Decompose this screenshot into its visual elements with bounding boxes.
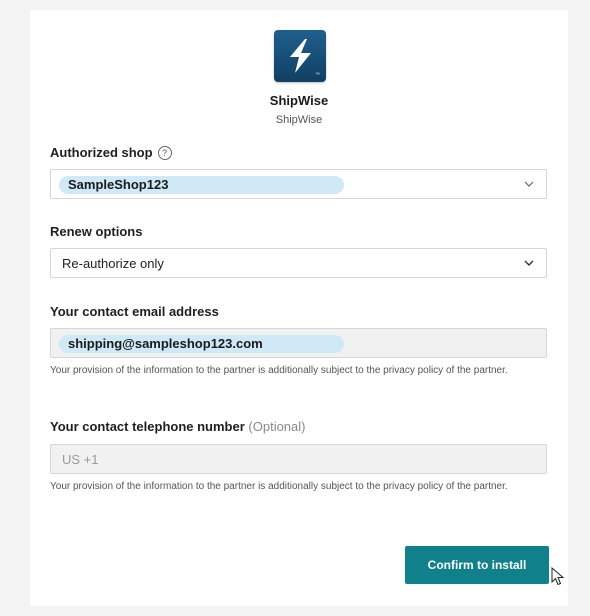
app-logo-icon: ™ [274, 30, 326, 82]
contact-email-value: shipping@sampleshop123.com [68, 336, 263, 351]
help-icon[interactable]: ? [157, 146, 172, 160]
confirm-install-button[interactable]: Confirm to install [405, 546, 549, 584]
authorized-shop-select[interactable]: SampleShop123 [50, 169, 547, 199]
app-subtitle: ShipWise [275, 114, 323, 126]
contact-email-label: Your contact email address [50, 304, 219, 319]
optional-tag: (Optional) [248, 419, 306, 434]
authorized-shop-label: Authorized shop? [50, 145, 172, 160]
mouse-pointer-icon [551, 567, 565, 586]
contact-phone-label: Your contact telephone number (Optional) [50, 419, 306, 434]
chevron-down-icon [524, 260, 534, 266]
phone-placeholder: US +1 [62, 452, 99, 467]
email-privacy-note: Your provision of the information to the… [50, 365, 508, 376]
contact-email-field[interactable]: shipping@sampleshop123.com [50, 328, 547, 358]
chevron-down-icon [524, 181, 534, 187]
contact-phone-field[interactable]: US +1 [50, 444, 547, 474]
renew-options-value: Re-authorize only [62, 256, 164, 271]
phone-privacy-note: Your provision of the information to the… [50, 481, 508, 492]
authorized-shop-value: SampleShop123 [68, 177, 169, 192]
install-card: ™ ShipWise ShipWise Authorized shop? Sam… [30, 10, 568, 606]
renew-options-select[interactable]: Re-authorize only [50, 248, 547, 278]
renew-options-label: Renew options [50, 224, 143, 239]
app-name: ShipWise [269, 93, 329, 108]
